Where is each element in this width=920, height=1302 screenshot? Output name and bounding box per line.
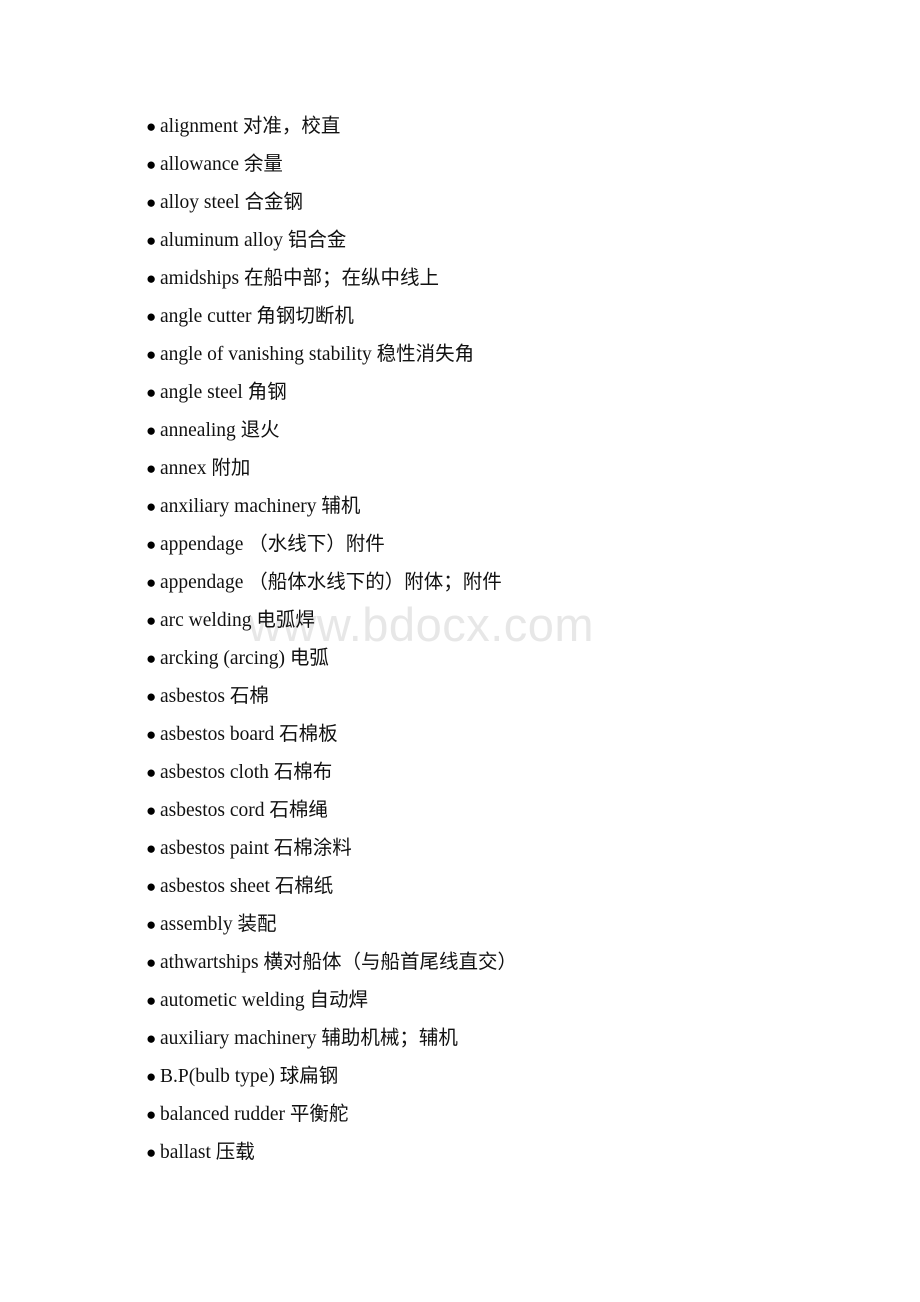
glossary-entry-text: annex 附加: [160, 458, 251, 479]
list-item: ● autometic welding 自动焊: [0, 982, 920, 1020]
bullet-icon: ●: [146, 1143, 157, 1162]
glossary-entry-text: angle of vanishing stability 稳性消失角: [160, 344, 475, 365]
bullet-icon: ●: [146, 877, 157, 896]
glossary-entry-text: B.P(bulb type) 球扁钢: [160, 1066, 339, 1087]
glossary-list: ● alignment 对准，校直 ● allowance 余量 ● alloy st…: [0, 0, 920, 1172]
list-item: ● annex 附加: [0, 450, 920, 488]
bullet-icon: ●: [146, 839, 157, 858]
bullet-icon: ●: [146, 953, 157, 972]
list-item: ● angle steel 角钢: [0, 374, 920, 412]
list-item: ● asbestos cloth 石棉布: [0, 754, 920, 792]
glossary-entry-text: arc welding 电弧焊: [160, 610, 315, 631]
glossary-entry-text: auxiliary machinery 辅助机械；辅机: [160, 1028, 458, 1049]
list-item: ● alloy steel 合金钢: [0, 184, 920, 222]
list-item: ● arcking (arcing) 电弧: [0, 640, 920, 678]
glossary-entry-text: balanced rudder 平衡舵: [160, 1104, 349, 1125]
bullet-icon: ●: [146, 649, 157, 668]
glossary-entry-text: anxiliary machinery 辅机: [160, 496, 361, 517]
list-item: ● aluminum alloy 铝合金: [0, 222, 920, 260]
glossary-entry-text: annealing 退火: [160, 420, 280, 441]
list-item: ● asbestos board 石棉板: [0, 716, 920, 754]
list-item: ● athwartships 横对船体（与船首尾线直交）: [0, 944, 920, 982]
list-item: ● B.P(bulb type) 球扁钢: [0, 1058, 920, 1096]
bullet-icon: ●: [146, 497, 157, 516]
bullet-icon: ●: [146, 307, 157, 326]
bullet-icon: ●: [146, 193, 157, 212]
list-item: ● appendage （船体水线下的）附体；附件: [0, 564, 920, 602]
list-item: ● allowance 余量: [0, 146, 920, 184]
glossary-entry-text: appendage （水线下）附件: [160, 534, 385, 555]
document-page: www.bdocx.com ● alignment 对准，校直 ● allowanc…: [0, 0, 920, 1302]
bullet-icon: ●: [146, 231, 157, 250]
bullet-icon: ●: [146, 383, 157, 402]
list-item: ● anxiliary machinery 辅机: [0, 488, 920, 526]
glossary-entry-text: arcking (arcing) 电弧: [160, 648, 329, 669]
list-item: ● assembly 装配: [0, 906, 920, 944]
list-item: ● amidships 在船中部；在纵中线上: [0, 260, 920, 298]
bullet-icon: ●: [146, 763, 157, 782]
glossary-entry-text: angle steel 角钢: [160, 382, 287, 403]
glossary-entry-text: asbestos 石棉: [160, 686, 269, 707]
glossary-entry-text: asbestos sheet 石棉纸: [160, 876, 334, 897]
glossary-entry-text: asbestos cloth 石棉布: [160, 762, 333, 783]
bullet-icon: ●: [146, 573, 157, 592]
glossary-entry-text: aluminum alloy 铝合金: [160, 230, 347, 251]
bullet-icon: ●: [146, 117, 157, 136]
bullet-icon: ●: [146, 421, 157, 440]
glossary-entry-text: athwartships 横对船体（与船首尾线直交）: [160, 952, 517, 973]
bullet-icon: ●: [146, 915, 157, 934]
list-item: ● arc welding 电弧焊: [0, 602, 920, 640]
bullet-icon: ●: [146, 345, 157, 364]
bullet-icon: ●: [146, 611, 157, 630]
list-item: ● annealing 退火: [0, 412, 920, 450]
list-item: ● alignment 对准，校直: [0, 108, 920, 146]
glossary-entry-text: asbestos paint 石棉涂料: [160, 838, 352, 859]
glossary-entry-text: ballast 压载: [160, 1142, 255, 1163]
bullet-icon: ●: [146, 1067, 157, 1086]
glossary-entry-text: autometic welding 自动焊: [160, 990, 368, 1011]
bullet-icon: ●: [146, 459, 157, 478]
glossary-entry-text: asbestos board 石棉板: [160, 724, 338, 745]
list-item: ● appendage （水线下）附件: [0, 526, 920, 564]
bullet-icon: ●: [146, 687, 157, 706]
list-item: ● asbestos sheet 石棉纸: [0, 868, 920, 906]
list-item: ● balanced rudder 平衡舵: [0, 1096, 920, 1134]
glossary-entry-text: asbestos cord 石棉绳: [160, 800, 328, 821]
list-item: ● ballast 压载: [0, 1134, 920, 1172]
glossary-entry-text: allowance 余量: [160, 154, 283, 175]
bullet-icon: ●: [146, 1105, 157, 1124]
bullet-icon: ●: [146, 725, 157, 744]
bullet-icon: ●: [146, 269, 157, 288]
bullet-icon: ●: [146, 535, 157, 554]
list-item: ● auxiliary machinery 辅助机械；辅机: [0, 1020, 920, 1058]
bullet-icon: ●: [146, 801, 157, 820]
list-item: ● angle of vanishing stability 稳性消失角: [0, 336, 920, 374]
glossary-entry-text: angle cutter 角钢切断机: [160, 306, 354, 327]
list-item: ● angle cutter 角钢切断机: [0, 298, 920, 336]
glossary-entry-text: appendage （船体水线下的）附体；附件: [160, 572, 502, 593]
list-item: ● asbestos cord 石棉绳: [0, 792, 920, 830]
list-item: ● asbestos paint 石棉涂料: [0, 830, 920, 868]
bullet-icon: ●: [146, 155, 157, 174]
glossary-entry-text: alignment 对准，校直: [160, 116, 341, 137]
glossary-entry-text: assembly 装配: [160, 914, 277, 935]
glossary-entry-text: alloy steel 合金钢: [160, 192, 303, 213]
glossary-entry-text: amidships 在船中部；在纵中线上: [160, 268, 439, 289]
list-item: ● asbestos 石棉: [0, 678, 920, 716]
bullet-icon: ●: [146, 991, 157, 1010]
bullet-icon: ●: [146, 1029, 157, 1048]
